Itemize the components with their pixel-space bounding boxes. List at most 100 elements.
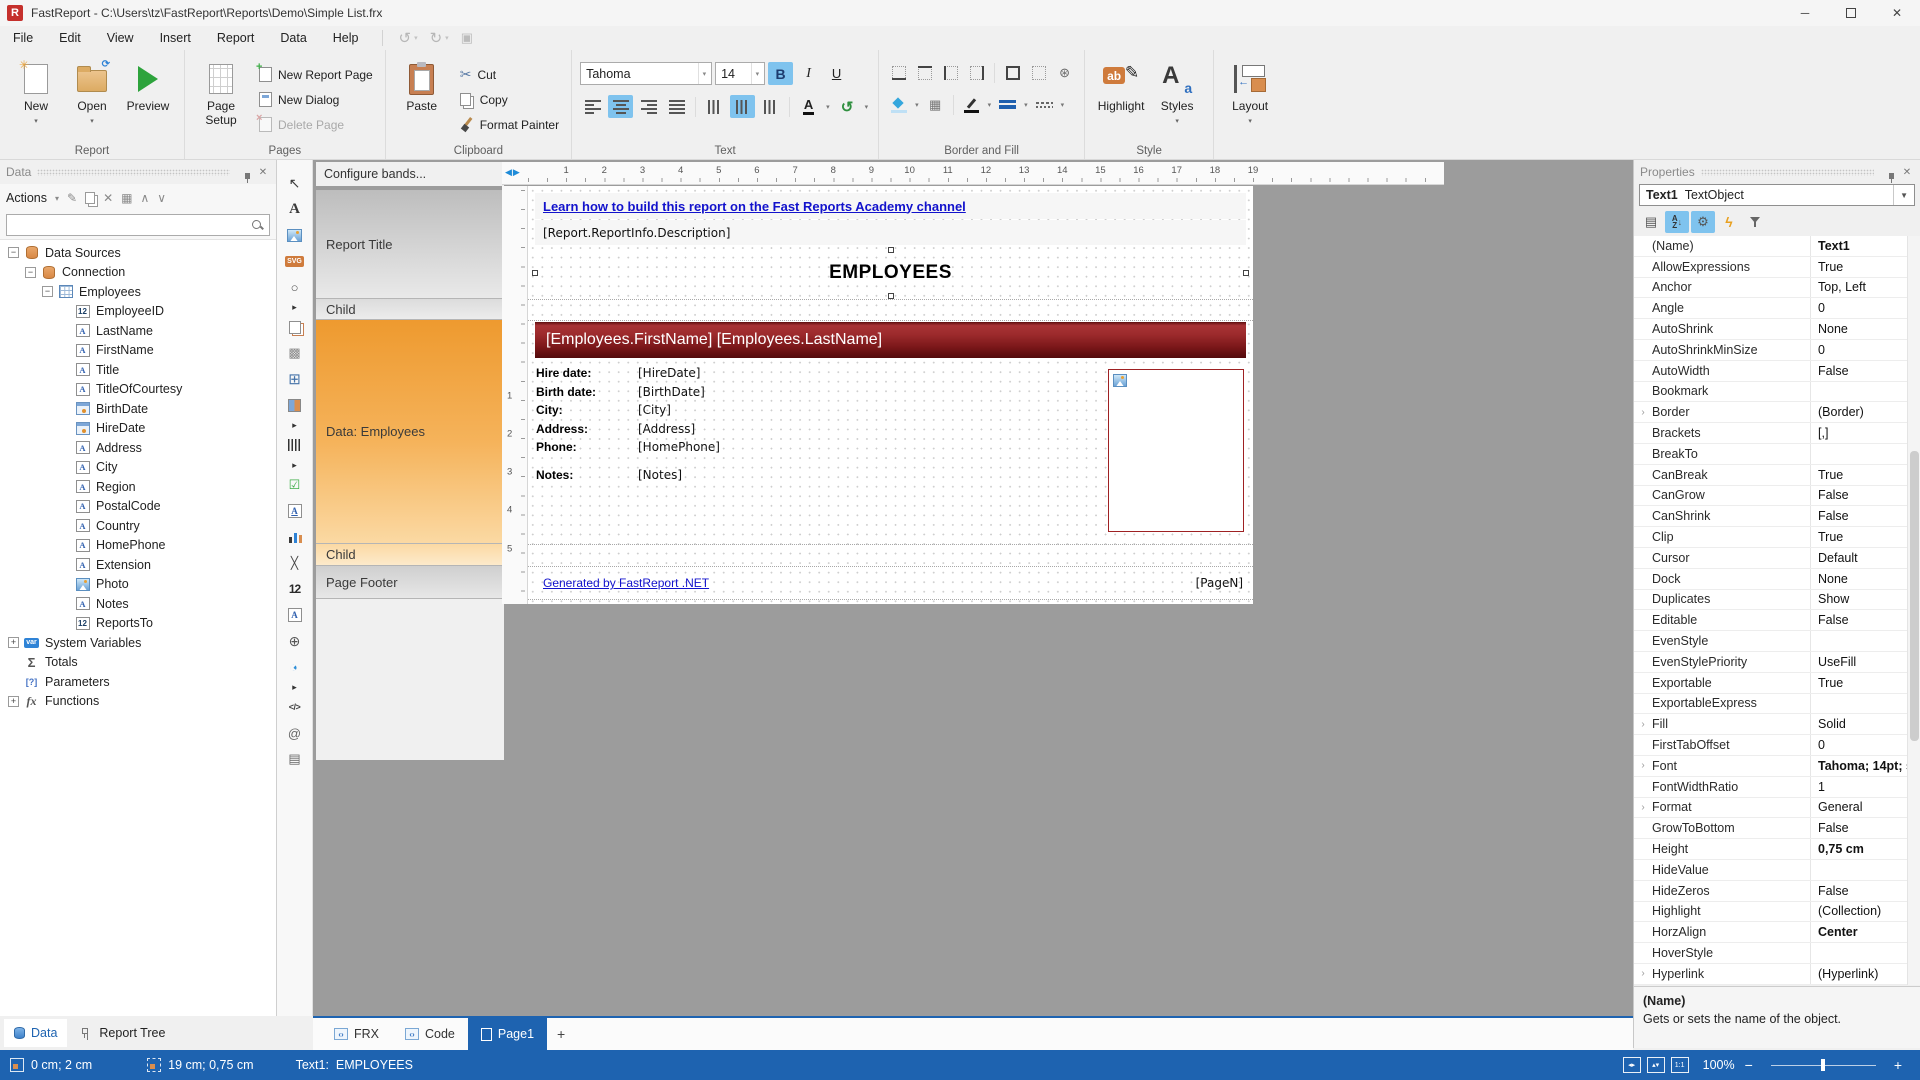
property-row-HideZeros[interactable]: HideZerosFalse xyxy=(1634,881,1920,902)
property-value[interactable]: False xyxy=(1810,506,1907,526)
zoom-slider[interactable] xyxy=(1771,1058,1876,1072)
property-row-Name[interactable]: (Name)Text1 xyxy=(1634,236,1920,257)
tree-item-lastname[interactable]: ALastName xyxy=(0,321,276,341)
tree-expander-icon[interactable]: − xyxy=(8,247,19,258)
move-up-icon[interactable]: ∧ xyxy=(140,191,149,205)
property-value[interactable]: (Collection) xyxy=(1810,902,1907,922)
property-row-Dock[interactable]: DockNone xyxy=(1634,569,1920,590)
scrollbar-thumb[interactable] xyxy=(1910,451,1919,741)
line-style-button[interactable] xyxy=(1033,94,1056,116)
field-label-object[interactable]: Birth date: xyxy=(536,385,638,399)
property-row-HorzAlign[interactable]: HorzAlignCenter xyxy=(1634,922,1920,943)
property-row-Highlight[interactable]: Highlight(Collection) xyxy=(1634,902,1920,923)
tree-item-region[interactable]: ARegion xyxy=(0,477,276,497)
page-number-object[interactable]: [PageN] xyxy=(1160,572,1243,594)
save-button[interactable]: ▣ xyxy=(461,30,473,46)
styles-caret-icon[interactable]: ▾ xyxy=(1175,117,1179,125)
border-bottom-button[interactable] xyxy=(887,62,910,84)
shape-object-icon[interactable]: ○ xyxy=(282,274,308,300)
line-color-button[interactable] xyxy=(960,94,983,116)
undo-caret-icon[interactable]: ▾ xyxy=(414,34,418,42)
bold-button[interactable]: B xyxy=(768,62,793,85)
table-object-icon[interactable]: ⊞ xyxy=(282,366,308,392)
font-color-button[interactable]: A xyxy=(796,95,821,118)
tree-item-title[interactable]: ATitle xyxy=(0,360,276,380)
menu-help[interactable]: Help xyxy=(320,26,372,50)
fill-color-caret-icon[interactable]: ▾ xyxy=(915,101,919,109)
property-row-EvenStylePriority[interactable]: EvenStylePriorityUseFill xyxy=(1634,652,1920,673)
property-value[interactable] xyxy=(1810,694,1907,714)
property-value[interactable]: True xyxy=(1810,527,1907,547)
panel-grip[interactable] xyxy=(1701,169,1874,176)
menu-view[interactable]: View xyxy=(94,26,147,50)
property-value[interactable]: False xyxy=(1810,881,1907,901)
band-data-employees[interactable]: Data: Employees xyxy=(316,320,504,544)
align-left-button[interactable] xyxy=(580,95,605,118)
property-value[interactable]: Top, Left xyxy=(1810,278,1907,298)
tree-item-employees[interactable]: −Employees xyxy=(0,282,276,302)
layout-button[interactable]: ← Layout ▾ xyxy=(1222,58,1278,125)
line-width-button[interactable] xyxy=(996,94,1019,116)
tree-item-system-variables[interactable]: +varSystem Variables xyxy=(0,633,276,653)
add-page-button[interactable]: + xyxy=(547,1026,575,1042)
actions-caret-icon[interactable]: ▾ xyxy=(55,194,59,203)
property-row-Bookmark[interactable]: Bookmark xyxy=(1634,382,1920,403)
properties-view-button[interactable]: ⚙ xyxy=(1691,211,1715,233)
property-row-Font[interactable]: ›FontTahoma; 14pt; style= xyxy=(1634,756,1920,777)
expand-chevron-icon[interactable]: › xyxy=(1634,968,1652,979)
align-center-button[interactable] xyxy=(608,95,633,118)
property-row-BreakTo[interactable]: BreakTo xyxy=(1634,444,1920,465)
configure-bands-button[interactable]: Configure bands... xyxy=(316,162,504,186)
tree-item-firstname[interactable]: AFirstName xyxy=(0,341,276,361)
property-row-AutoShrinkMinSize[interactable]: AutoShrinkMinSize0 xyxy=(1634,340,1920,361)
ruler-splitter-icon[interactable]: ◀▶ xyxy=(505,167,521,178)
photo-picture-object[interactable] xyxy=(1108,369,1244,532)
border-none-button[interactable] xyxy=(1027,62,1050,84)
border-right-button[interactable] xyxy=(965,62,988,84)
property-value[interactable]: Default xyxy=(1810,548,1907,568)
font-name-combo[interactable]: Tahoma ▾ xyxy=(580,62,712,85)
paste-button[interactable]: Paste xyxy=(394,58,450,114)
field-label-object[interactable]: Hire date: xyxy=(536,366,638,380)
property-row-AllowExpressions[interactable]: AllowExpressionsTrue xyxy=(1634,257,1920,278)
subreport-object-icon[interactable] xyxy=(282,314,308,340)
property-row-Duplicates[interactable]: DuplicatesShow xyxy=(1634,590,1920,611)
tab-frx[interactable]: ‹› FRX xyxy=(321,1018,392,1050)
richtext-object-icon[interactable]: A xyxy=(282,498,308,524)
redo-caret-icon[interactable]: ▾ xyxy=(445,34,449,42)
property-row-Brackets[interactable]: Brackets[,] xyxy=(1634,423,1920,444)
new-report-page-button[interactable]: New Report Page xyxy=(255,62,377,87)
preview-button[interactable]: Preview xyxy=(120,58,176,114)
new-caret-icon[interactable]: ▾ xyxy=(34,117,38,125)
footer-link-object[interactable]: Generated by FastReport .NET xyxy=(543,572,773,594)
maximize-button[interactable] xyxy=(1828,0,1874,26)
property-grid-scrollbar[interactable] xyxy=(1907,236,1920,985)
property-value[interactable]: Center xyxy=(1810,922,1907,942)
property-value[interactable]: Solid xyxy=(1810,714,1907,734)
property-value[interactable] xyxy=(1810,860,1907,880)
property-row-HoverStyle[interactable]: HoverStyle xyxy=(1634,943,1920,964)
property-value[interactable]: False xyxy=(1810,361,1907,381)
field-value-object[interactable]: [Address] xyxy=(638,422,695,436)
tree-item-photo[interactable]: Photo xyxy=(0,575,276,595)
property-value[interactable]: 0 xyxy=(1810,298,1907,318)
align-right-button[interactable] xyxy=(636,95,661,118)
report-description-object[interactable]: [Report.ReportInfo.Description] xyxy=(535,220,1246,245)
field-value-object[interactable]: [BirthDate] xyxy=(638,385,705,399)
property-value[interactable]: [,] xyxy=(1810,423,1907,443)
view-data-icon[interactable]: ▦ xyxy=(121,191,132,205)
band-page-footer[interactable]: Page Footer xyxy=(316,566,504,599)
property-row-CanGrow[interactable]: CanGrowFalse xyxy=(1634,486,1920,507)
expand-chevron-icon[interactable]: › xyxy=(1634,802,1652,813)
valign-center-button[interactable] xyxy=(730,95,755,118)
page-setup-button[interactable]: Page Setup xyxy=(193,58,249,128)
property-row-Cursor[interactable]: CursorDefault xyxy=(1634,548,1920,569)
report-title-link-object[interactable]: Learn how to build this report on the Fa… xyxy=(535,193,1246,219)
tree-item-connection[interactable]: −Connection xyxy=(0,263,276,283)
property-value[interactable]: True xyxy=(1810,257,1907,277)
property-value[interactable]: Text1 xyxy=(1810,236,1907,256)
tree-item-reportsto[interactable]: 12ReportsTo xyxy=(0,614,276,634)
tree-item-country[interactable]: ACountry xyxy=(0,516,276,536)
property-value[interactable]: 1 xyxy=(1810,777,1907,797)
property-row-ExportableExpress[interactable]: ExportableExpress xyxy=(1634,694,1920,715)
